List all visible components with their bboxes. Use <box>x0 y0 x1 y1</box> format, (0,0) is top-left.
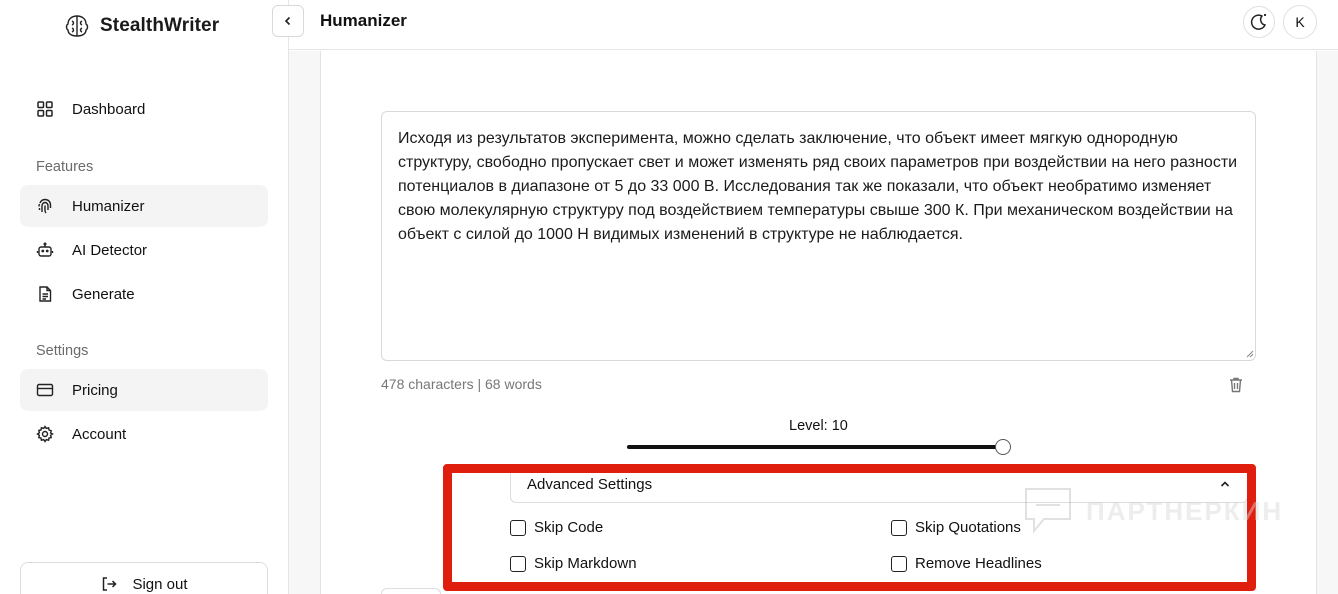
topbar: Humanizer K <box>272 0 1338 50</box>
user-avatar-button[interactable]: K <box>1283 5 1317 39</box>
sidebar-item-generate[interactable]: Generate <box>20 273 268 315</box>
sidebar-item-label: Account <box>72 425 127 443</box>
output-panel-edge <box>381 588 441 594</box>
sidebar-item-ai-detector[interactable]: AI Detector <box>20 229 268 271</box>
robot-icon <box>36 242 54 257</box>
gear-icon <box>36 425 54 443</box>
sidebar-item-dashboard[interactable]: Dashboard <box>20 88 268 130</box>
sidebar-item-humanizer[interactable]: Humanizer <box>20 185 268 227</box>
sidebar-item-label: Generate <box>72 285 135 303</box>
brand-logo[interactable]: StealthWriter <box>64 13 219 39</box>
logout-icon <box>103 577 118 591</box>
document-icon <box>39 286 52 302</box>
sidebar: StealthWriter Dashboard Features Humaniz… <box>0 0 289 594</box>
resize-handle-icon[interactable] <box>1246 350 1254 358</box>
level-slider-thumb[interactable] <box>995 439 1011 455</box>
credit-card-icon <box>36 383 54 397</box>
sidebar-item-pricing[interactable]: Pricing <box>20 369 268 411</box>
sidebar-item-label: Humanizer <box>72 197 145 215</box>
watermark: ПАРТНЕРКИН <box>1022 485 1283 537</box>
trash-icon[interactable] <box>1228 376 1244 393</box>
input-text-area[interactable]: Исходя из результатов эксперимента, можн… <box>381 111 1256 361</box>
sidebar-item-label: Dashboard <box>72 100 146 118</box>
level-slider-track[interactable] <box>627 445 1005 449</box>
sign-out-label: Sign out <box>132 575 188 593</box>
sidebar-item-label: AI Detector <box>72 241 148 259</box>
page-title: Humanizer <box>320 11 407 30</box>
fingerprint-icon <box>38 198 52 214</box>
sign-out-button[interactable]: Sign out <box>20 562 268 594</box>
features-section-label: Features <box>36 159 94 175</box>
text-stats: 478 characters | 68 words <box>381 376 542 392</box>
level-label: Level: 10 <box>789 418 848 434</box>
brain-logo-icon <box>65 15 89 37</box>
sidebar-item-label: Pricing <box>72 381 118 399</box>
brand-name: StealthWriter <box>100 15 220 36</box>
theme-toggle-button[interactable] <box>1243 6 1275 38</box>
settings-section-label: Settings <box>36 343 89 359</box>
moon-sun-icon <box>1250 14 1267 30</box>
collapse-sidebar-button[interactable] <box>272 5 304 37</box>
chevron-left-icon <box>284 16 291 26</box>
sidebar-item-account[interactable]: Account <box>20 413 268 455</box>
chat-bubble-watermark-icon <box>1025 488 1071 534</box>
watermark-text: ПАРТНЕРКИН <box>1086 495 1284 526</box>
dashboard-grid-icon <box>37 101 53 117</box>
